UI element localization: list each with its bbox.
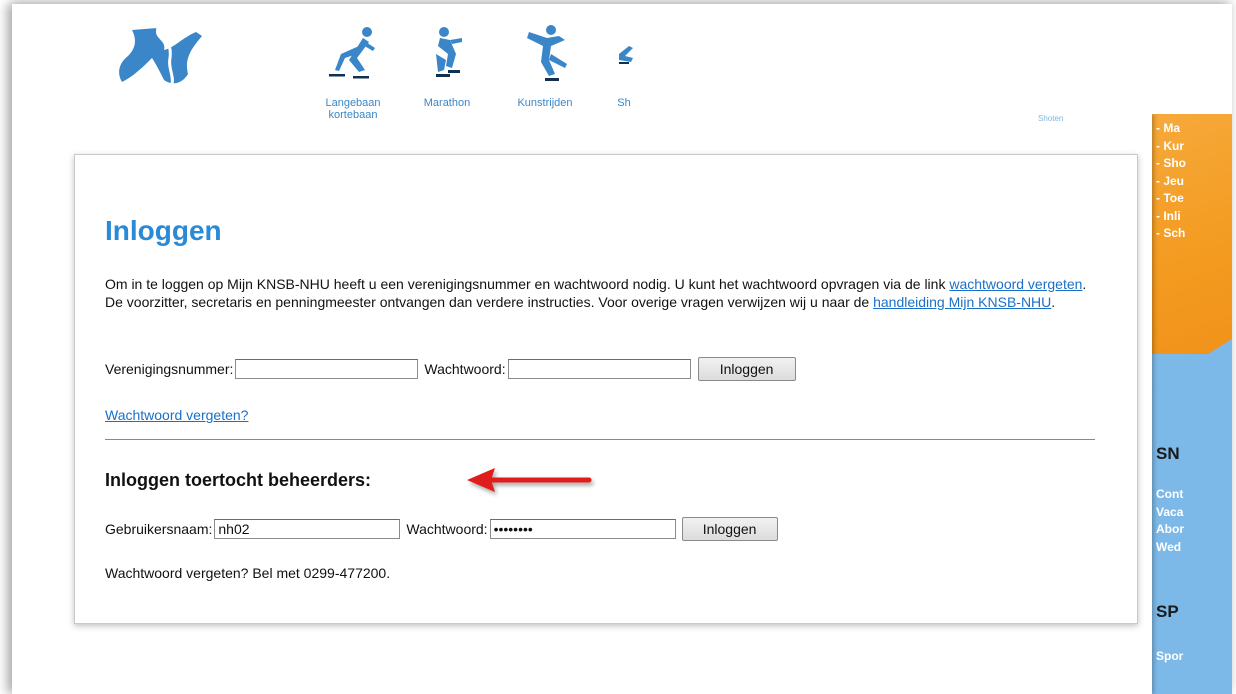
browser-viewport: Langebaan kortebaan Marathon Kunstrijden: [12, 4, 1232, 694]
tour-admin-title: Inloggen toertocht beheerders:: [105, 470, 372, 490]
sidebar-menu-item[interactable]: - Ma: [1156, 120, 1186, 138]
nav-label-kunstrijden: Kunstrijden: [517, 97, 573, 109]
sidebar-link[interactable]: Cont: [1156, 486, 1184, 504]
club-number-input[interactable]: [235, 359, 419, 379]
nav-item-langebaan[interactable]: Langebaan kortebaan: [308, 24, 398, 121]
tour-password-label: Wachtwoord:: [406, 521, 488, 537]
intro-text: Om in te loggen op Mijn KNSB-NHU heeft u…: [105, 276, 950, 292]
nav-label-langebaan: Langebaan: [325, 97, 381, 109]
login-button[interactable]: Inloggen: [697, 357, 796, 381]
login-panel: Inloggen Om in te loggen op Mijn KNSB-NH…: [74, 154, 1138, 624]
sidebar-menu-item[interactable]: - Sch: [1156, 225, 1186, 243]
nav-label-kortebaan: kortebaan: [328, 109, 378, 121]
login-instructions: Om in te loggen op Mijn KNSB-NHU heeft u…: [105, 275, 1105, 311]
sidebar-menu-item[interactable]: - Kur: [1156, 138, 1186, 156]
username-input[interactable]: [214, 519, 401, 539]
password-label: Wachtwoord:: [424, 361, 506, 377]
nav-label-marathon: Marathon: [423, 97, 471, 109]
marathon-skater-icon: [436, 27, 462, 77]
right-sidebar: - Ma - Kur - Sho - Jeu - Toe - Inli - Sc…: [1142, 114, 1232, 694]
sidebar-menu-item[interactable]: - Jeu: [1156, 173, 1186, 191]
nav-item-marathon[interactable]: Marathon: [412, 24, 482, 109]
forgot-password-link[interactable]: Wachtwoord vergeten?: [105, 407, 248, 423]
long-track-skater-icon: [329, 27, 375, 79]
region-map-icon: [119, 28, 202, 85]
sidebar-menu-item[interactable]: - Inli: [1156, 208, 1186, 226]
section-divider: [105, 439, 1095, 440]
sidebar-link[interactable]: Spor: [1156, 648, 1183, 666]
nav-faint-text: Shoten: [1038, 114, 1064, 123]
phone-support-note: Wachtwoord vergeten? Bel met 0299-477200…: [105, 565, 391, 581]
manual-link[interactable]: handleiding Mijn KNSB-NHU: [873, 294, 1051, 310]
sidebar-heading-sp: SP: [1156, 602, 1179, 621]
sidebar-menu: - Ma - Kur - Sho - Jeu - Toe - Inli - Sc…: [1156, 120, 1186, 243]
intro-text: .: [1051, 294, 1056, 310]
sidebar-menu-item[interactable]: - Toe: [1156, 190, 1186, 208]
sidebar-menu-item[interactable]: - Sho: [1156, 155, 1186, 173]
username-label: Gebruikersnaam:: [105, 521, 213, 537]
nav-label-shorttrack: Sh: [617, 97, 631, 109]
nav-item-kunstrijden[interactable]: Kunstrijden: [500, 24, 590, 109]
tour-admin-login-form: Gebruikersnaam: Wachtwoord: Inloggen: [105, 516, 778, 542]
club-number-label: Verenigingsnummer:: [105, 361, 234, 377]
nav-item-shorttrack[interactable]: Sh: [604, 24, 644, 109]
short-track-skater-icon: [619, 46, 633, 64]
club-login-form: Verenigingsnummer: Wachtwoord: Inloggen: [105, 356, 796, 382]
sidebar-heading-sn: SN: [1156, 444, 1180, 463]
sidebar-divider-shape: [1152, 339, 1232, 389]
tour-password-input[interactable]: [489, 519, 676, 539]
red-arrow-icon: [467, 468, 592, 492]
sidebar-link[interactable]: Abor: [1156, 521, 1184, 539]
password-input[interactable]: [507, 359, 691, 379]
sidebar-link[interactable]: Wed: [1156, 539, 1184, 557]
page-title: Inloggen: [105, 215, 222, 246]
sidebar-links-sn: Cont Vaca Abor Wed: [1156, 486, 1184, 556]
sidebar-link[interactable]: Vaca: [1156, 504, 1184, 522]
top-navigation: Langebaan kortebaan Marathon Kunstrijden: [12, 4, 1232, 129]
tour-login-button[interactable]: Inloggen: [681, 517, 778, 541]
sidebar-links-sp: Spor: [1156, 648, 1183, 666]
forgot-password-inline-link[interactable]: wachtwoord vergeten: [949, 276, 1082, 292]
sidebar-edge: [1142, 114, 1152, 694]
figure-skater-icon: [527, 25, 567, 81]
